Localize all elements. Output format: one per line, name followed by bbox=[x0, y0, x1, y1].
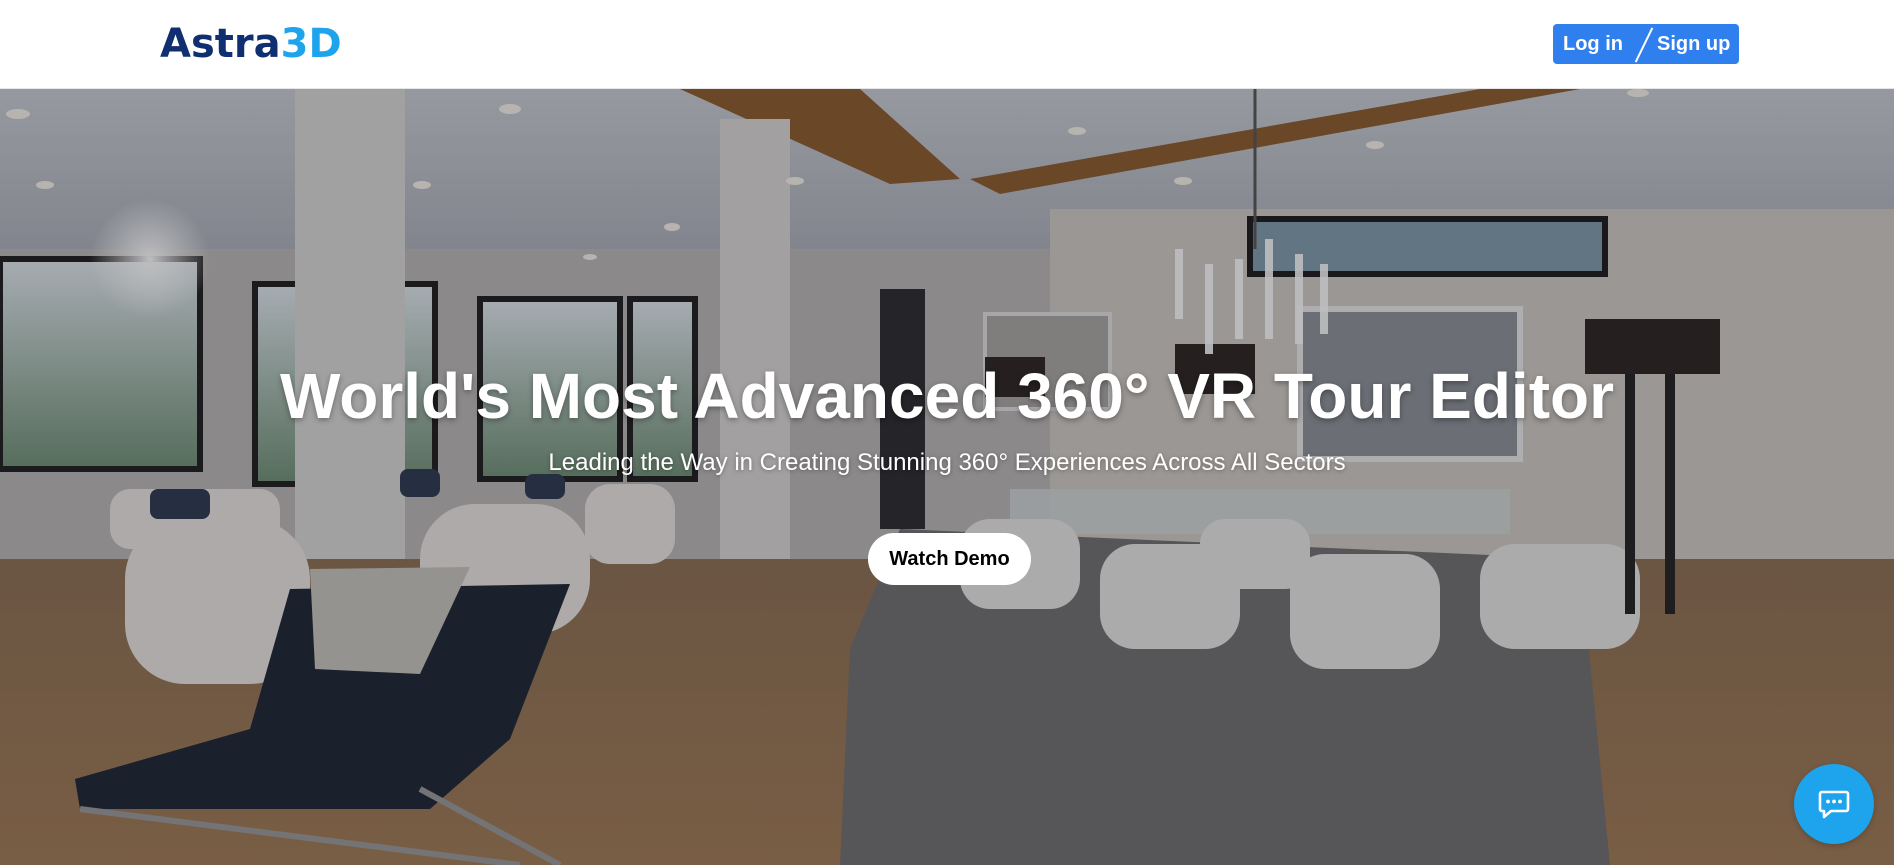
hero-title: World's Most Advanced 360° VR Tour Edito… bbox=[279, 360, 1615, 432]
site-header: Astra3D Log in Sign up bbox=[0, 0, 1894, 89]
logo-text-3d: 3D bbox=[280, 21, 342, 67]
auth-buttons: Log in Sign up bbox=[1553, 24, 1739, 64]
auth-divider bbox=[1633, 24, 1655, 64]
login-button[interactable]: Log in bbox=[1553, 33, 1633, 56]
chat-button[interactable] bbox=[1794, 764, 1874, 844]
signup-button[interactable]: Sign up bbox=[1655, 33, 1730, 56]
watch-demo-button[interactable]: Watch Demo bbox=[868, 533, 1031, 585]
chat-bubble-icon bbox=[1818, 790, 1850, 819]
hero-subtitle: Leading the Way in Creating Stunning 360… bbox=[548, 449, 1346, 476]
hero-section: World's Most Advanced 360° VR Tour Edito… bbox=[0, 89, 1894, 865]
logo-text-astra: Astra bbox=[160, 21, 281, 67]
astra3d-logo[interactable]: Astra3D bbox=[160, 20, 342, 68]
